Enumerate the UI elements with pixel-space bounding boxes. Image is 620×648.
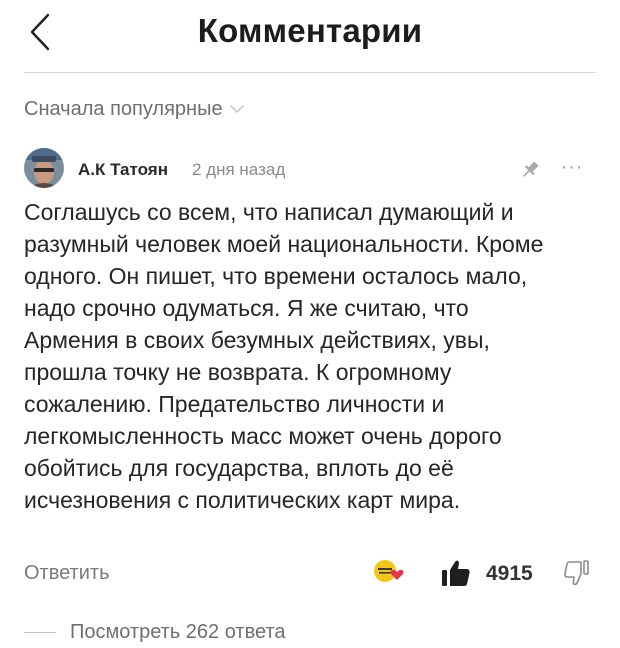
thumbs-down-icon[interactable] (562, 558, 592, 588)
chevron-down-icon (229, 105, 244, 114)
thumbs-up-icon[interactable] (440, 558, 472, 588)
sort-label: Сначала популярные (24, 97, 223, 120)
comment-text: Соглашусь со всем, что написал думающий … (24, 199, 544, 513)
like-count: 4915 (486, 562, 533, 585)
comment-header: А.К Татоян 2 дня назад ··· (24, 148, 596, 192)
comment-actions: Ответить 4915 (24, 556, 596, 592)
pin-icon[interactable] (518, 158, 542, 182)
view-replies-label: Посмотреть 262 ответа (70, 620, 286, 643)
reply-button[interactable]: Ответить (24, 562, 110, 585)
reaction-icon[interactable] (372, 558, 406, 588)
sort-dropdown[interactable]: Сначала популярные (24, 94, 245, 124)
replies-divider (24, 631, 56, 633)
avatar[interactable] (24, 148, 64, 188)
header: Комментарии (0, 0, 620, 72)
page-title: Комментарии (197, 12, 423, 49)
comment-time: 2 дня назад (192, 160, 286, 179)
comment-author[interactable]: А.К Татоян (78, 160, 168, 180)
header-divider (24, 72, 596, 73)
more-options-button[interactable]: ··· (554, 156, 590, 180)
view-replies-button[interactable]: Посмотреть 262 ответа (24, 618, 286, 646)
